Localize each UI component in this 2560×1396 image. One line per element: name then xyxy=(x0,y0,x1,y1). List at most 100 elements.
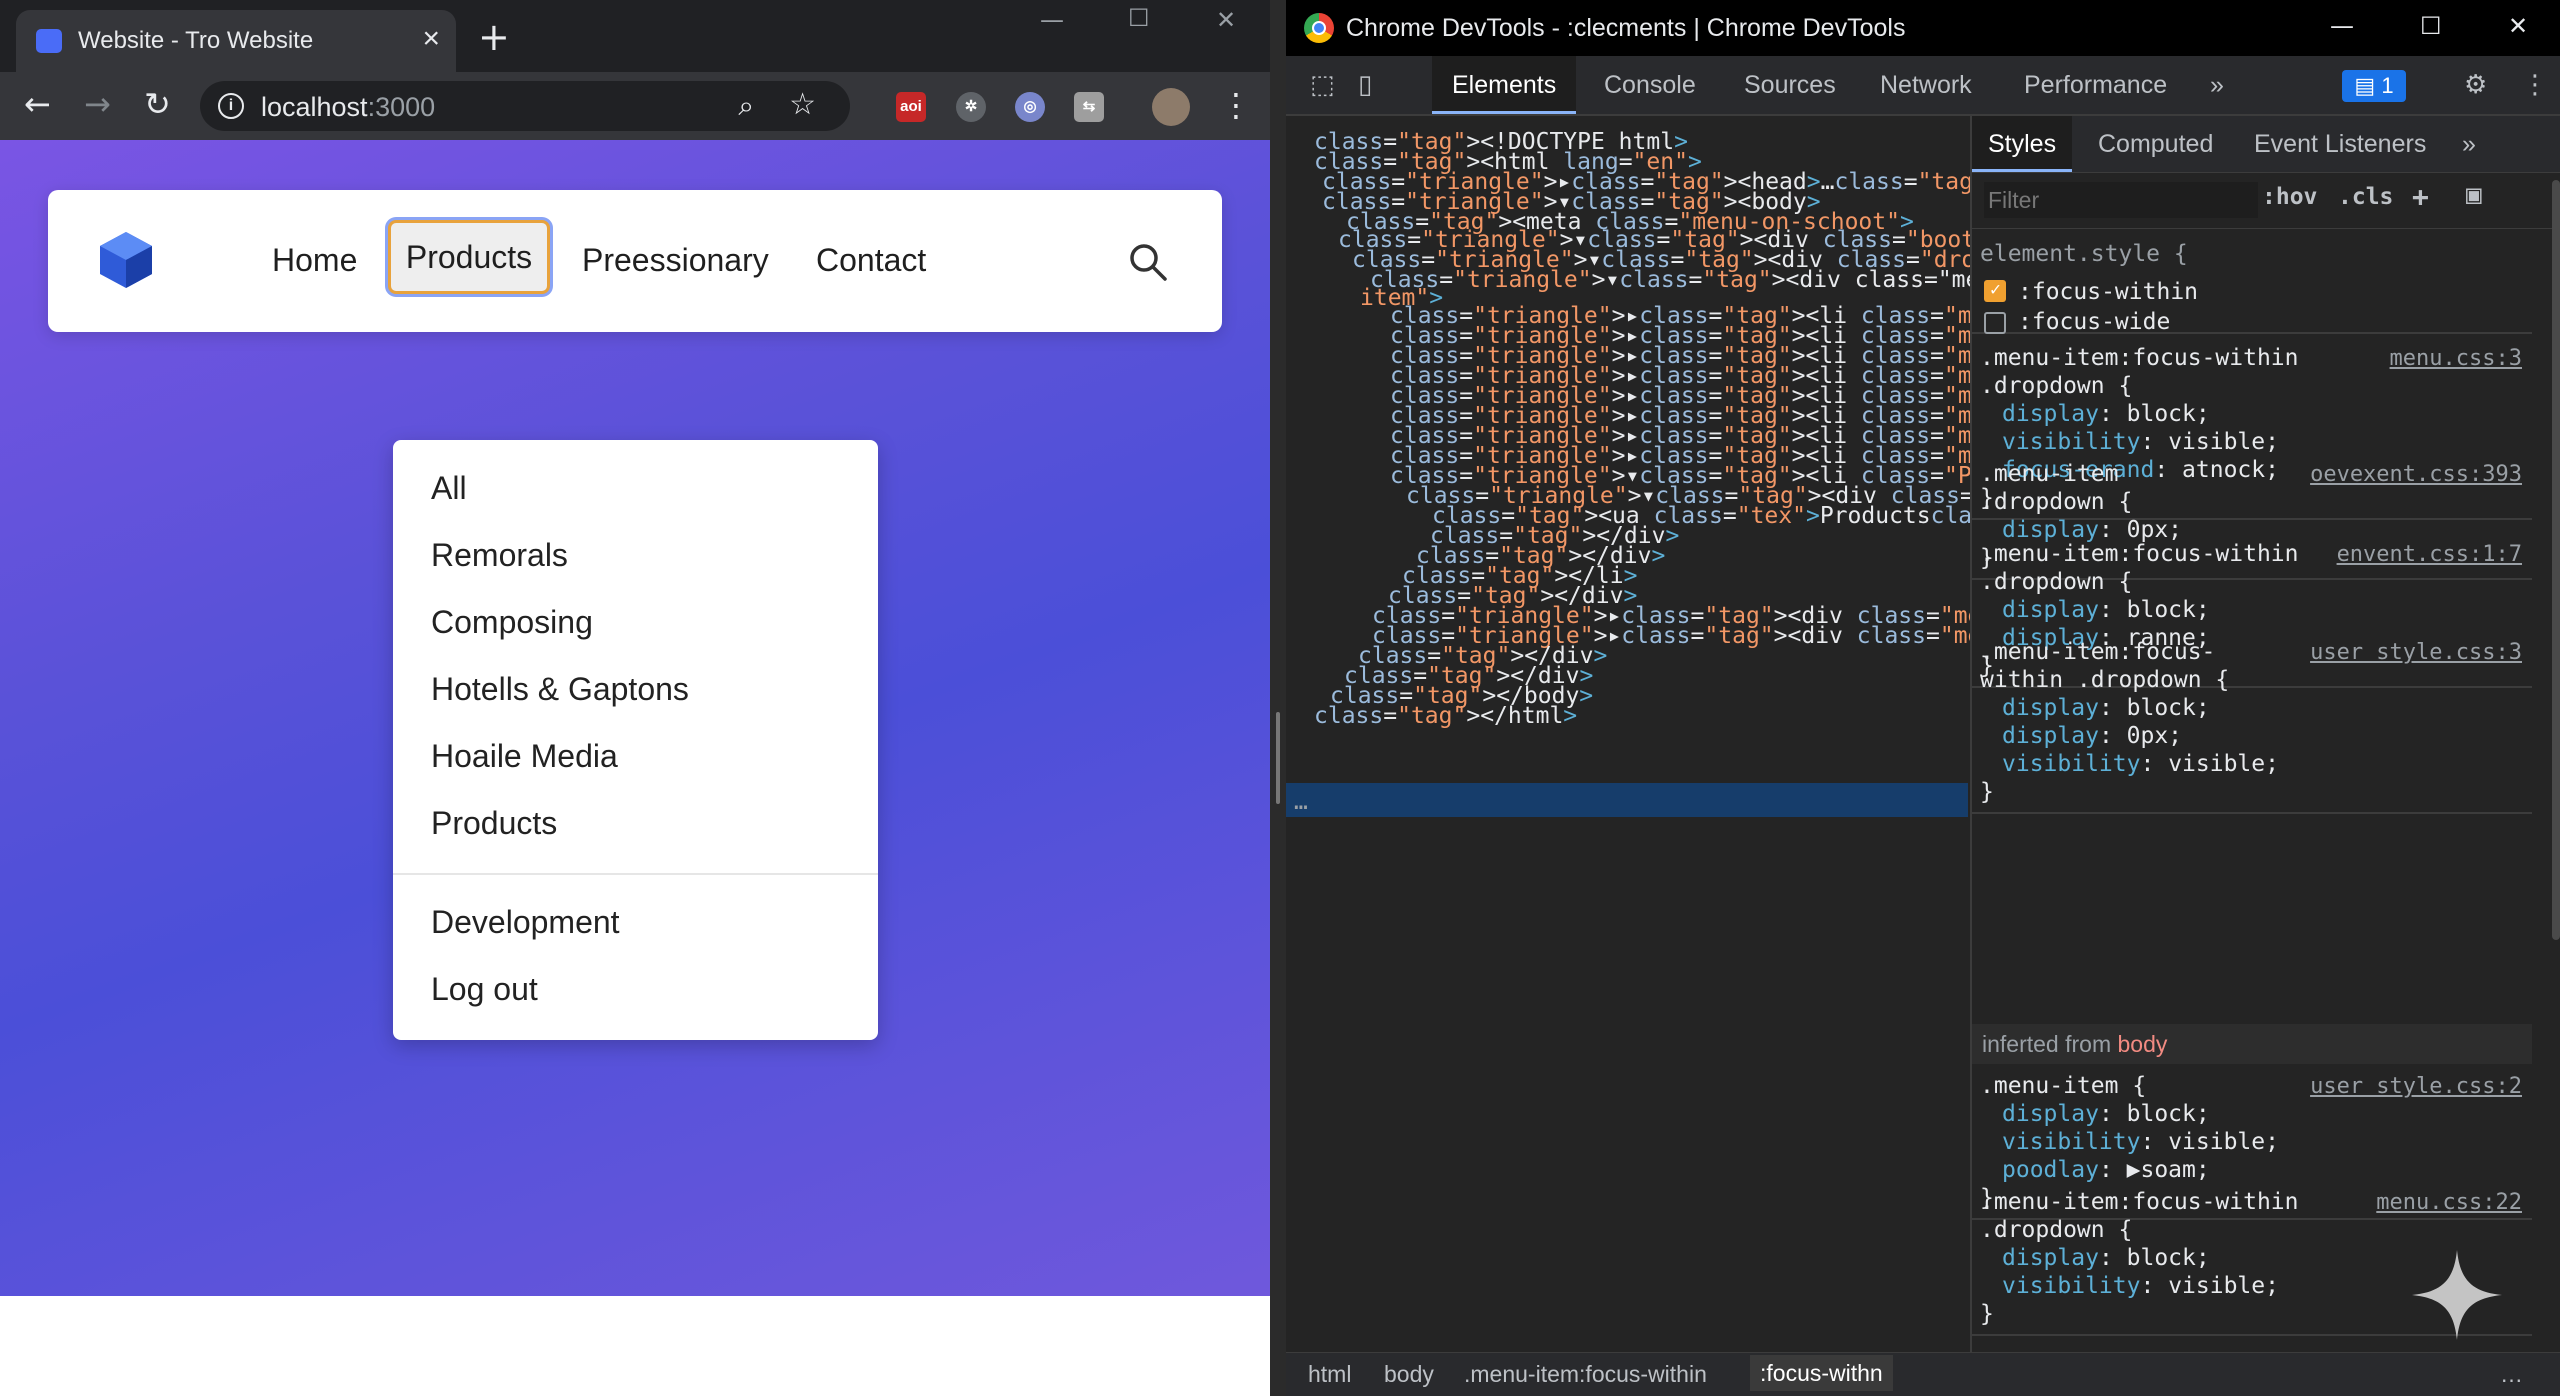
split-drag-handle[interactable] xyxy=(1276,712,1280,804)
new-rule-icon[interactable]: + xyxy=(2412,180,2429,213)
maximize-icon[interactable]: ☐ xyxy=(1128,4,1150,32)
css-source-link[interactable]: user style.css:3 xyxy=(2310,640,2522,665)
css-declaration[interactable]: display: block; xyxy=(2002,1244,2210,1272)
reload-icon[interactable]: ↻ xyxy=(144,84,171,124)
css-source-link[interactable]: oevexent.css:393 xyxy=(2310,462,2522,487)
tab-performance[interactable]: Performance xyxy=(2024,56,2167,114)
device-toolbar-icon[interactable]: ▯ xyxy=(1358,70,1372,100)
dropdown-item-composing[interactable]: Composing xyxy=(431,604,593,641)
element-style-rule: element.style { ✓ :focus-within :focus-w… xyxy=(1972,228,2532,335)
extension-square-icon[interactable]: ⇆ xyxy=(1074,92,1104,122)
css-selector[interactable]: .menu-item:focus-within xyxy=(1980,540,2299,568)
cls-toggle[interactable]: .cls xyxy=(2338,184,2393,210)
css-selector[interactable]: .menu-item:focus- xyxy=(1980,638,2215,666)
css-selector[interactable]: .dropdown { xyxy=(1980,1216,2132,1244)
more-styles-tabs-icon[interactable]: » xyxy=(2462,116,2476,172)
extension-circle-icon[interactable]: ◎ xyxy=(1015,92,1045,122)
devtools-maximize-icon[interactable]: ☐ xyxy=(2420,12,2442,40)
tab-computed[interactable]: Computed xyxy=(2098,116,2213,172)
tab-title: Website - Tro Website xyxy=(78,27,314,54)
css-selector[interactable]: .menu-item:focus-within xyxy=(1980,1188,2299,1216)
address-bar[interactable]: i localhost:3000 ⌕ ☆ xyxy=(200,81,850,131)
tab-elements[interactable]: Elements xyxy=(1432,56,1577,114)
dropdown-item-development[interactable]: Development xyxy=(431,904,620,941)
css-selector[interactable]: .menu-item { xyxy=(1980,1072,2146,1100)
styles-scrollbar[interactable] xyxy=(2552,180,2560,940)
hov-toggle[interactable]: :hov xyxy=(2262,184,2317,210)
minimize-icon[interactable]: — xyxy=(1040,6,1064,34)
devtools-menu-icon[interactable]: ⋮ xyxy=(2522,70,2548,100)
tab-sources[interactable]: Sources xyxy=(1744,56,1836,114)
nav-products[interactable]: Products xyxy=(388,220,550,294)
issues-badge[interactable]: ▤ 1 xyxy=(2342,70,2406,102)
breadcrumb-more-icon[interactable]: … xyxy=(2500,1361,2523,1388)
dropdown-item-products[interactable]: Products xyxy=(431,805,557,842)
styles-filter-input[interactable]: Filter xyxy=(1984,182,2258,218)
window-close-icon[interactable]: ✕ xyxy=(1216,6,1236,34)
tab-network[interactable]: Network xyxy=(1880,56,1972,114)
breadcrumb-focus-within[interactable]: :focus-withn xyxy=(1750,1355,1893,1391)
browser-menu-icon[interactable]: ⋮ xyxy=(1220,86,1252,124)
site-info-icon[interactable]: i xyxy=(218,93,244,119)
dropdown-item-logout[interactable]: Log out xyxy=(431,971,538,1008)
devtools-minimize-icon[interactable]: — xyxy=(2330,12,2354,40)
css-source-link[interactable]: menu.css:22 xyxy=(2376,1190,2522,1215)
url-text[interactable]: localhost:3000 xyxy=(261,92,435,123)
zoom-icon[interactable]: ⌕ xyxy=(738,89,754,123)
settings-gear-icon[interactable]: ⚙ xyxy=(2464,70,2487,100)
css-source-link[interactable]: menu.css:3 xyxy=(2390,346,2522,371)
breadcrumb-body[interactable]: body xyxy=(1384,1361,1434,1388)
css-selector[interactable]: .dropdown { xyxy=(1980,568,2132,596)
css-selector[interactable]: .menu-item xyxy=(1980,460,2118,488)
css-declaration[interactable]: display: block; xyxy=(2002,596,2210,624)
back-icon[interactable]: ← xyxy=(24,84,51,124)
toggle-sidebar-icon[interactable]: ▣ xyxy=(2466,180,2482,210)
forward-icon[interactable]: → xyxy=(84,84,111,124)
breadcrumb-menu-item[interactable]: .menu-item:focus-within xyxy=(1464,1361,1707,1388)
extension-aoi-icon[interactable]: aoi xyxy=(896,92,926,122)
css-declaration[interactable]: visibility: visible; xyxy=(2002,750,2279,778)
dom-node-line[interactable]: class="tag"></html> xyxy=(1314,702,1577,730)
styles-tab-bar: Styles Computed Event Listeners » xyxy=(1972,116,2560,173)
selected-node-row[interactable] xyxy=(1286,783,1968,817)
css-selector[interactable]: .menu-item:focus-within xyxy=(1980,344,2299,372)
dropdown-item-media[interactable]: Hoaile Media xyxy=(431,738,618,775)
css-declaration[interactable]: visibility: visible; xyxy=(2002,1128,2279,1156)
css-selector[interactable]: .dropdown { xyxy=(1980,372,2132,400)
dropdown-item-hotells[interactable]: Hotells & Gaptons xyxy=(431,671,689,708)
nav-preessionary[interactable]: Preessionary xyxy=(582,242,769,279)
profile-avatar[interactable] xyxy=(1152,88,1190,126)
tab-styles[interactable]: Styles xyxy=(1972,116,2073,172)
css-selector[interactable]: .dropdown { xyxy=(1980,488,2132,516)
dropdown-item-remorals[interactable]: Remorals xyxy=(431,537,568,574)
site-logo-icon[interactable] xyxy=(98,230,154,290)
dropdown-item-all[interactable]: All xyxy=(431,470,467,507)
css-source-link[interactable]: envent.css:1:7 xyxy=(2337,542,2522,567)
css-declaration[interactable]: display: 0px; xyxy=(2002,722,2182,750)
site-navbar: Home Products Preessionary Contact xyxy=(48,190,1222,332)
tab-event-listeners[interactable]: Event Listeners xyxy=(2254,116,2426,172)
nav-contact[interactable]: Contact xyxy=(816,242,926,279)
css-declaration[interactable]: display: block; xyxy=(2002,400,2210,428)
extension-gear-icon[interactable]: ✲ xyxy=(956,92,986,122)
css-source-link[interactable]: user style.css:2 xyxy=(2310,1074,2522,1099)
new-tab-button[interactable]: + xyxy=(478,18,510,56)
css-declaration[interactable]: display: block; xyxy=(2002,1100,2210,1128)
css-declaration[interactable]: display: block; xyxy=(2002,694,2210,722)
nav-home[interactable]: Home xyxy=(272,242,357,279)
focus-wide-checkbox[interactable] xyxy=(1984,312,2006,334)
more-tabs-icon[interactable]: » xyxy=(2210,56,2224,114)
css-declaration[interactable]: visibility: visible; xyxy=(2002,1272,2279,1300)
devtools-close-icon[interactable]: ✕ xyxy=(2508,12,2528,40)
inherited-from-header: inferted from body xyxy=(1972,1024,2532,1064)
css-rule-block: .menu-item:focus-within .dropdown { user … xyxy=(1972,630,2532,814)
search-icon[interactable] xyxy=(1128,242,1168,282)
browser-tab[interactable]: Website - Tro Website × xyxy=(16,10,456,72)
css-selector[interactable]: within .dropdown { xyxy=(1980,666,2229,694)
node-ellipsis-icon[interactable]: … xyxy=(1294,788,1308,816)
tab-console[interactable]: Console xyxy=(1604,56,1696,114)
bookmark-star-icon[interactable]: ☆ xyxy=(789,87,816,122)
inspect-element-icon[interactable]: ⬚ xyxy=(1310,70,1335,100)
breadcrumb-html[interactable]: html xyxy=(1308,1361,1351,1388)
close-tab-icon[interactable]: × xyxy=(422,22,440,56)
